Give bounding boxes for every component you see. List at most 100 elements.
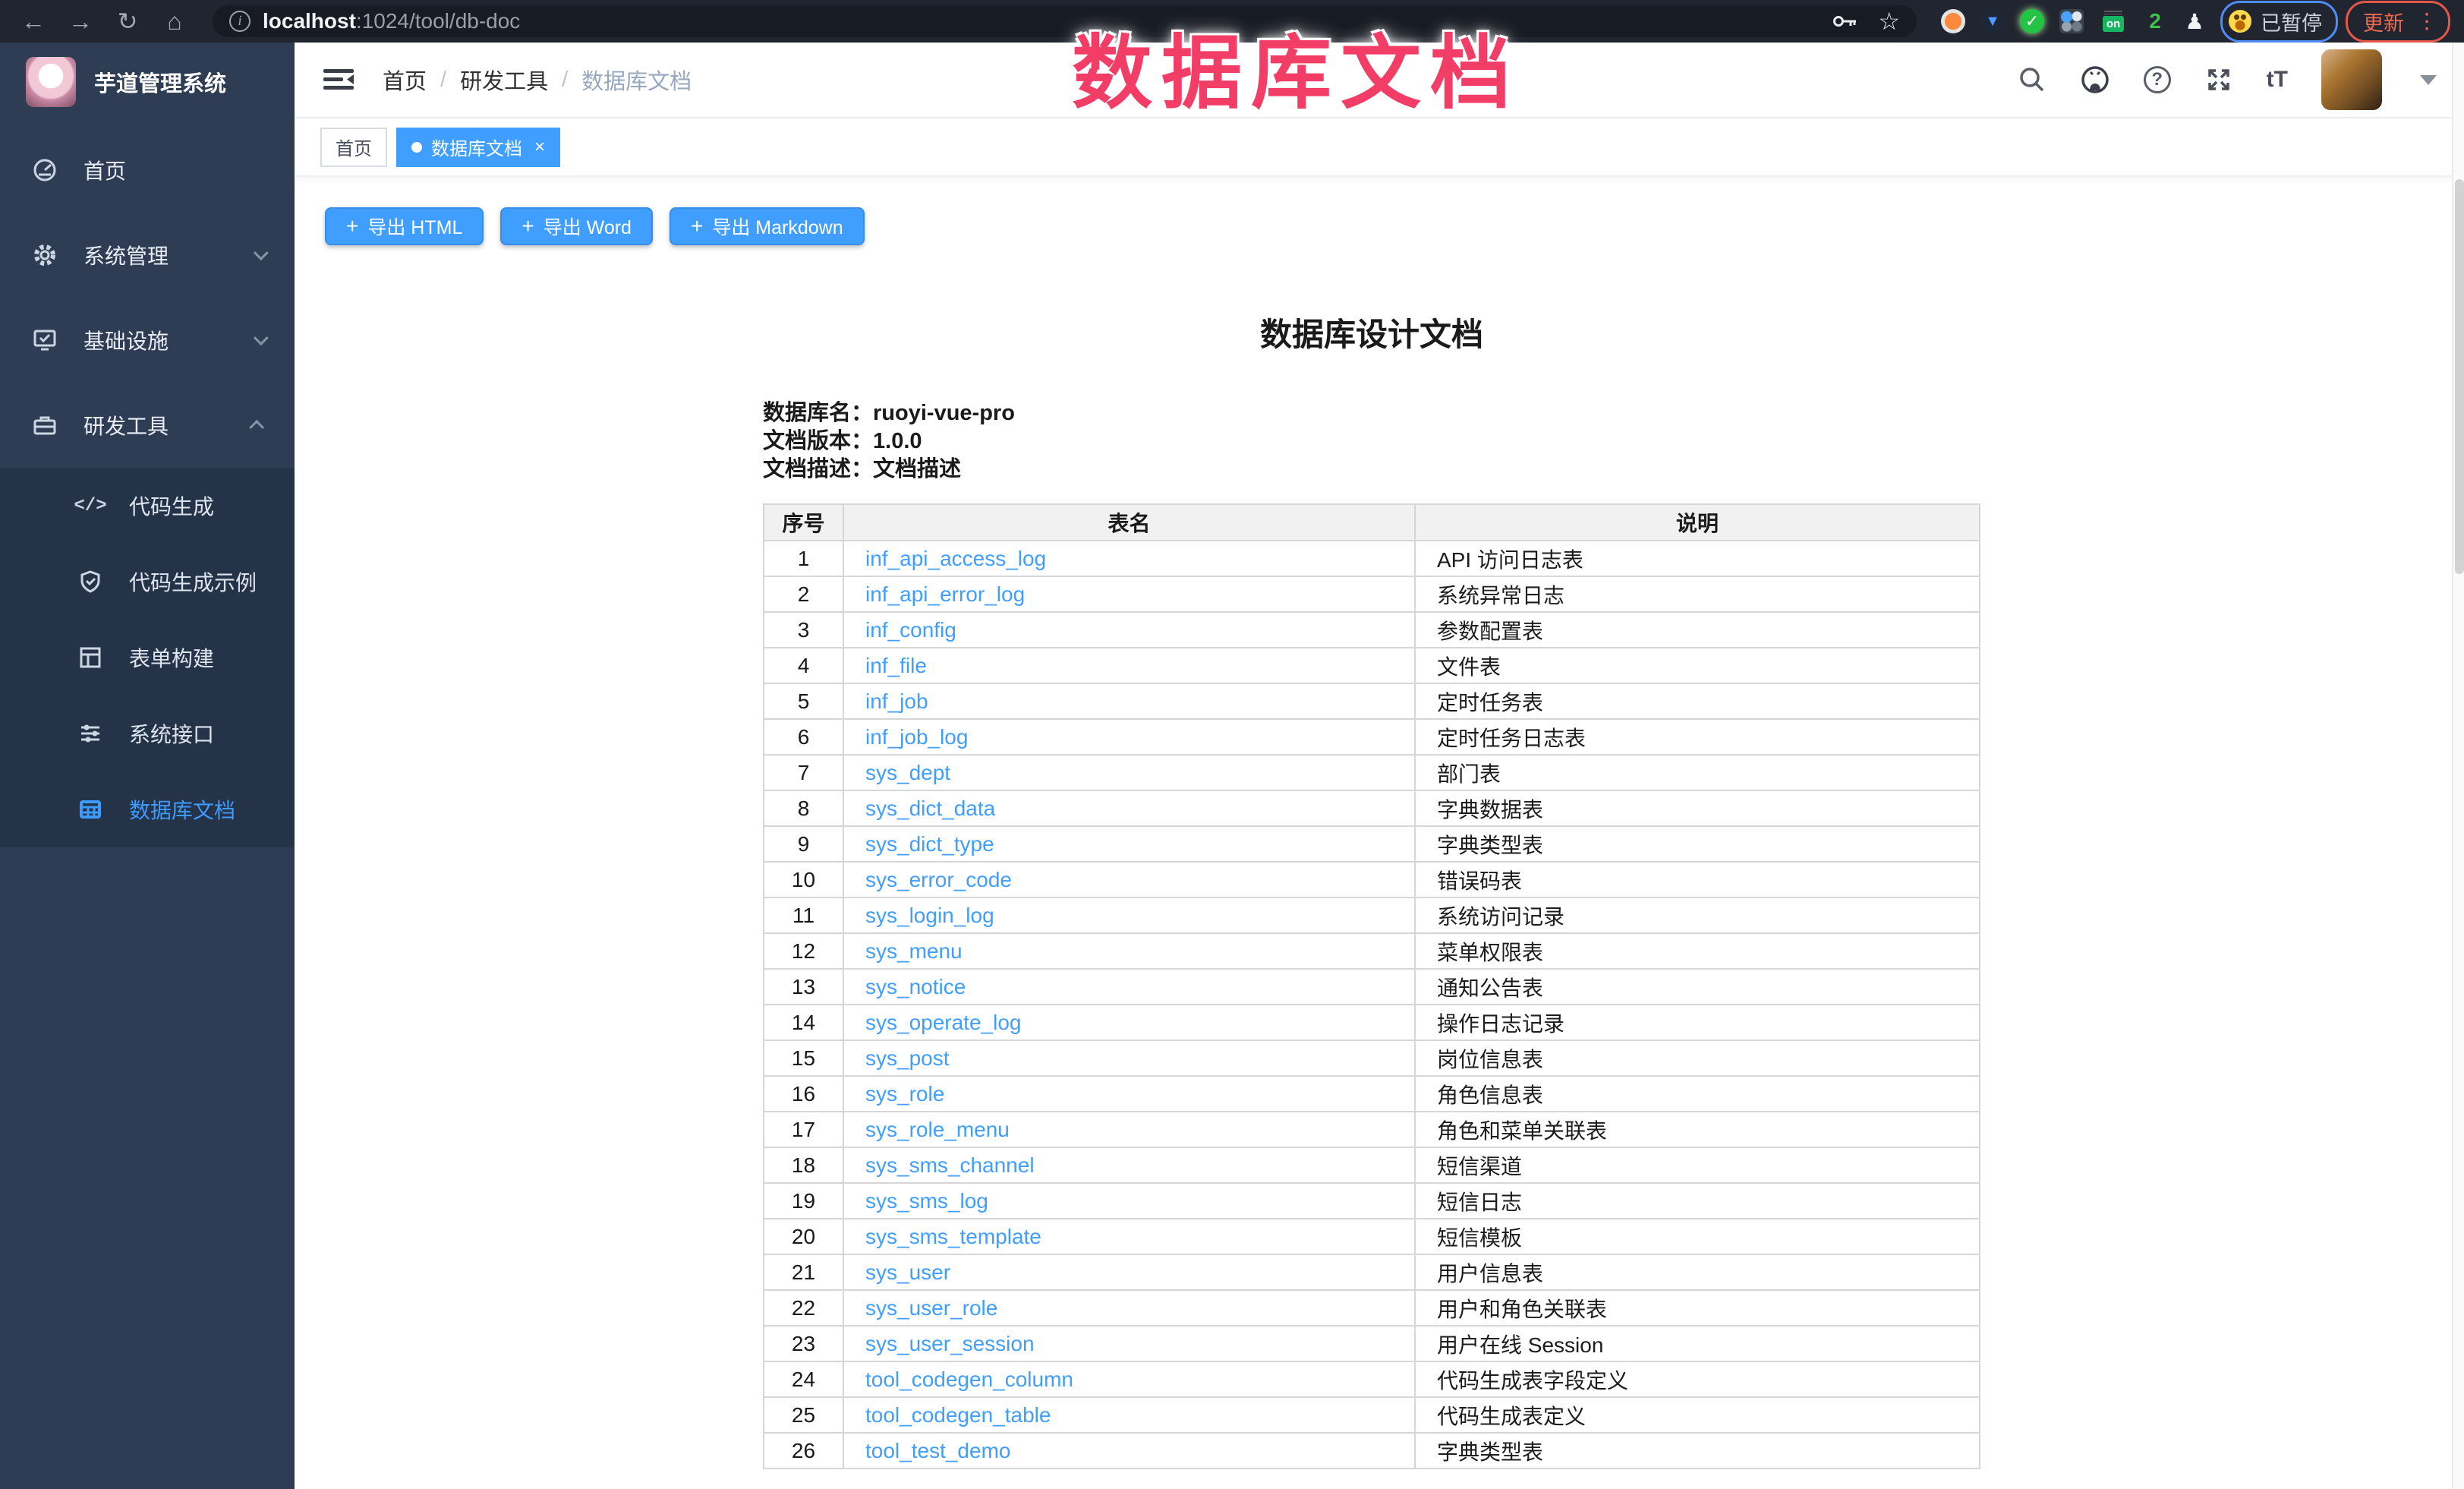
- tag-home[interactable]: 首页: [320, 128, 387, 167]
- row-index: 14: [764, 1005, 843, 1040]
- table-name-link[interactable]: sys_post: [865, 1046, 950, 1070]
- sidebar-item-api[interactable]: 系统接口: [0, 696, 295, 771]
- extension-leaf-icon[interactable]: 2: [2143, 9, 2167, 33]
- browser-reload-icon[interactable]: ↻: [108, 7, 147, 36]
- export-word-button[interactable]: + 导出 Word: [500, 207, 653, 245]
- user-avatar[interactable]: [2321, 49, 2382, 110]
- help-icon[interactable]: ?: [2144, 66, 2171, 93]
- browser-update-button[interactable]: 更新 ⋮: [2346, 1, 2450, 43]
- export-html-button[interactable]: + 导出 HTML: [325, 207, 484, 245]
- row-index: 12: [764, 933, 843, 969]
- breadcrumb-home[interactable]: 首页: [383, 64, 427, 96]
- table-row: 22sys_user_role用户和角色关联表: [764, 1290, 1980, 1326]
- table-name-link[interactable]: tool_codegen_column: [865, 1368, 1073, 1391]
- bookmark-star-icon[interactable]: ☆: [1878, 9, 1900, 33]
- sidebar-item-home[interactable]: 首页: [0, 128, 295, 213]
- sidebar-item-codegen[interactable]: </> 代码生成: [0, 468, 295, 544]
- sidebar-item-db-doc[interactable]: 数据库文档: [0, 771, 295, 847]
- sidebar-item-label: 研发工具: [83, 410, 169, 440]
- sidebar-item-codegen-demo[interactable]: 代码生成示例: [0, 544, 295, 620]
- search-icon[interactable]: [2018, 65, 2047, 94]
- row-index: 6: [764, 719, 843, 755]
- menu-fold-icon[interactable]: [322, 66, 355, 93]
- chevron-down-icon: [254, 330, 269, 345]
- table-name-link[interactable]: sys_operate_log: [865, 1011, 1021, 1034]
- row-table-name: sys_post: [843, 1040, 1415, 1076]
- extension-orange-icon[interactable]: [1941, 9, 1965, 33]
- extension-check-icon[interactable]: ✓: [2020, 9, 2044, 33]
- table-name-link[interactable]: inf_file: [865, 654, 927, 677]
- monitor-icon: [30, 327, 59, 353]
- sidebar-logo-row[interactable]: 芋道管理系统: [0, 43, 295, 121]
- paused-extension-button[interactable]: 已暂停: [2220, 1, 2338, 43]
- row-index: 7: [764, 755, 843, 790]
- table-name-link[interactable]: inf_api_access_log: [865, 547, 1046, 570]
- site-info-icon[interactable]: i: [229, 11, 250, 32]
- table-name-link[interactable]: sys_role_menu: [865, 1118, 1010, 1141]
- close-icon[interactable]: ×: [534, 137, 545, 158]
- table-name-link[interactable]: sys_user: [865, 1260, 950, 1284]
- avatar-caret-icon[interactable]: [2420, 75, 2437, 85]
- browser-menu-icon[interactable]: ⋮: [2416, 13, 2437, 30]
- table-name-link[interactable]: inf_job_log: [865, 725, 968, 749]
- row-index: 24: [764, 1361, 843, 1397]
- table-row: 1inf_api_access_logAPI 访问日志表: [764, 541, 1980, 576]
- sidebar-item-form-builder[interactable]: 表单构建: [0, 620, 295, 696]
- table-name-link[interactable]: inf_api_error_log: [865, 582, 1025, 606]
- extension-pawn-icon[interactable]: ♟: [2182, 9, 2207, 33]
- table-name-link[interactable]: sys_dict_type: [865, 832, 994, 856]
- table-name-link[interactable]: inf_job: [865, 689, 928, 713]
- sidebar-item-system[interactable]: 系统管理: [0, 213, 295, 298]
- export-markdown-button[interactable]: + 导出 Markdown: [670, 207, 865, 245]
- row-description: 部门表: [1415, 755, 1980, 790]
- row-table-name: sys_menu: [843, 933, 1415, 969]
- row-description: 操作日志记录: [1415, 1005, 1980, 1040]
- table-name-link[interactable]: sys_dict_data: [865, 797, 995, 820]
- extension-grid-icon[interactable]: [2059, 9, 2084, 33]
- table-name-link[interactable]: inf_config: [865, 618, 956, 642]
- url-text: localhost:1024/tool/db-doc: [263, 9, 520, 33]
- table-name-link[interactable]: sys_user_session: [865, 1332, 1035, 1355]
- browser-home-icon[interactable]: ⌂: [155, 8, 194, 36]
- table-name-link[interactable]: sys_notice: [865, 975, 966, 998]
- table-name-link[interactable]: sys_error_code: [865, 868, 1012, 891]
- breadcrumb-devtools[interactable]: 研发工具: [460, 64, 548, 96]
- breadcrumb-current: 数据库文档: [581, 64, 692, 96]
- row-table-name: inf_api_access_log: [843, 541, 1415, 576]
- sidebar-item-devtools[interactable]: 研发工具: [0, 383, 295, 468]
- font-size-icon[interactable]: tT: [2267, 67, 2288, 93]
- page-scrollbar[interactable]: [2452, 43, 2464, 1489]
- table-name-link[interactable]: sys_sms_channel: [865, 1153, 1035, 1177]
- table-row: 2inf_api_error_log系统异常日志: [764, 576, 1980, 612]
- table-row: 17sys_role_menu角色和菜单关联表: [764, 1112, 1980, 1147]
- breadcrumb: 首页 / 研发工具 / 数据库文档: [383, 64, 692, 96]
- table-name-link[interactable]: sys_menu: [865, 939, 963, 963]
- password-key-icon[interactable]: [1832, 14, 1858, 29]
- table-name-link[interactable]: tool_codegen_table: [865, 1403, 1051, 1427]
- tag-db-doc[interactable]: 数据库文档 ×: [396, 128, 560, 167]
- address-bar[interactable]: i localhost:1024/tool/db-doc ☆: [213, 5, 1917, 37]
- sidebar-item-infra[interactable]: 基础设施: [0, 298, 295, 383]
- toolbox-icon: [30, 412, 59, 438]
- table-name-link[interactable]: sys_sms_template: [865, 1225, 1041, 1248]
- table-name-link[interactable]: sys_user_role: [865, 1296, 997, 1320]
- tag-label: 首页: [336, 134, 372, 160]
- github-icon[interactable]: [2080, 65, 2110, 95]
- table-name-link[interactable]: tool_test_demo: [865, 1439, 1010, 1462]
- table-name-link[interactable]: sys_role: [865, 1082, 944, 1106]
- browser-back-icon[interactable]: ←: [14, 8, 53, 36]
- table-name-link[interactable]: sys_login_log: [865, 904, 994, 927]
- row-table-name: sys_notice: [843, 969, 1415, 1005]
- browser-forward-icon[interactable]: →: [61, 8, 100, 36]
- fullscreen-icon[interactable]: [2204, 65, 2233, 94]
- table-name-link[interactable]: sys_sms_log: [865, 1189, 988, 1213]
- row-index: 22: [764, 1290, 843, 1326]
- extension-funnel-icon[interactable]: ▼: [1980, 9, 2005, 33]
- table-row: 14 sys_operate_log 操作日志记录: [764, 1005, 1980, 1040]
- row-description: 文件表: [1415, 648, 1980, 683]
- table-row: 26tool_test_demo字典类型表: [764, 1433, 1980, 1468]
- extension-on-badge-icon[interactable]: on: [2099, 8, 2128, 34]
- table-name-link[interactable]: sys_dept: [865, 761, 950, 784]
- scrollbar-thumb[interactable]: [2455, 179, 2464, 574]
- active-dot-icon: [411, 142, 422, 153]
